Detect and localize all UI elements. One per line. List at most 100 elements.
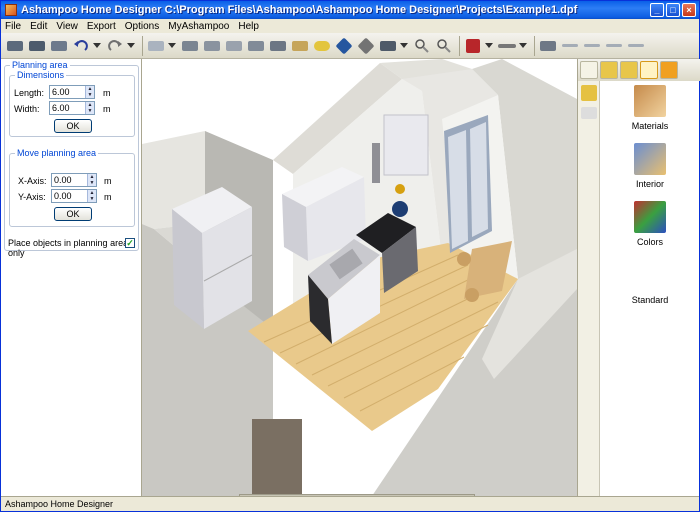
width-unit: m xyxy=(103,104,111,114)
menu-view[interactable]: View xyxy=(56,21,78,32)
interior-icon xyxy=(634,143,666,175)
width-label: Width: xyxy=(14,104,40,114)
dimensions-title: Dimensions xyxy=(15,70,67,80)
move-ok-button[interactable]: OK xyxy=(54,207,92,221)
cube-tab-icon[interactable] xyxy=(600,61,618,79)
catalog-item-label: Standard xyxy=(631,295,669,305)
y-axis-label: Y-Axis: xyxy=(18,192,46,202)
planning-area-panel: Planning area Dimensions Length: 6.00 ▲ ▼… xyxy=(1,59,142,496)
y-axis-unit: m xyxy=(104,192,112,202)
3d-viewport[interactable] xyxy=(142,59,577,496)
x-axis-input[interactable]: 0.00 ▲ ▼ xyxy=(51,173,97,187)
minimize-button[interactable]: _ xyxy=(650,3,664,17)
floor-plan-dropdown-icon[interactable] xyxy=(168,36,176,56)
save-icon[interactable] xyxy=(27,36,47,56)
y-axis-input[interactable]: 0.00 ▲ ▼ xyxy=(51,189,97,203)
cube-view-dropdown-icon[interactable] xyxy=(485,36,493,56)
materials-icon xyxy=(634,85,666,117)
catalog-item-label: Colors xyxy=(636,237,663,247)
measure-icon[interactable] xyxy=(626,36,646,56)
zoom-out-icon[interactable] xyxy=(434,36,454,56)
menu-file[interactable]: File xyxy=(5,21,21,32)
length-input[interactable]: 6.00 ▲ ▼ xyxy=(49,85,95,99)
catalog-tabs xyxy=(578,59,700,81)
catalog-item-standard[interactable]: Standard xyxy=(600,295,700,305)
toolbar-separator xyxy=(459,35,460,56)
measure-icon[interactable] xyxy=(604,36,624,56)
planning-area-title: Planning area xyxy=(10,60,70,70)
door-icon[interactable] xyxy=(268,36,288,56)
dimensions-ok-button[interactable]: OK xyxy=(54,119,92,133)
catalog-item-label: Interior xyxy=(635,179,664,189)
menu-options[interactable]: Options xyxy=(125,21,159,32)
x-axis-value: 0.00 xyxy=(54,175,72,185)
app-window: Ashampoo Home Designer C:\Program Files\… xyxy=(0,0,700,512)
x-axis-label: X-Axis: xyxy=(18,176,47,186)
wall-icon[interactable] xyxy=(180,36,200,56)
move-icon[interactable] xyxy=(334,36,354,56)
measure-icon[interactable] xyxy=(582,36,602,56)
move-planning-area-title: Move planning area xyxy=(15,148,99,158)
length-spinner[interactable]: ▲ ▼ xyxy=(85,86,94,98)
cube-view-icon[interactable] xyxy=(463,36,483,56)
menu-export[interactable]: Export xyxy=(87,21,116,32)
folder-icon[interactable] xyxy=(581,107,597,119)
x-axis-unit: m xyxy=(104,176,112,186)
catalog-item-label: Materials xyxy=(631,121,669,131)
length-unit: m xyxy=(103,88,111,98)
status-bar: Ashampoo Home Designer xyxy=(1,496,699,511)
menu-help[interactable]: Help xyxy=(238,21,259,32)
level-dropdown-icon[interactable] xyxy=(519,36,527,56)
app-icon xyxy=(5,4,17,16)
floor-plan-icon[interactable] xyxy=(146,36,166,56)
maximize-button[interactable]: □ xyxy=(666,3,680,17)
width-value: 6.00 xyxy=(52,103,70,113)
place-only-label: Place objects in planning area only xyxy=(8,238,129,258)
y-axis-spinner[interactable]: ▲ ▼ xyxy=(87,190,96,202)
undo-dropdown-icon[interactable] xyxy=(93,36,101,56)
slab-dropdown-icon[interactable] xyxy=(400,36,408,56)
open-file-icon[interactable] xyxy=(5,36,25,56)
zoom-in-icon[interactable] xyxy=(412,36,432,56)
toolbar-separator xyxy=(534,35,535,56)
globe-tab-icon[interactable] xyxy=(660,61,678,79)
width-spinner[interactable]: ▲ ▼ xyxy=(85,102,94,114)
catalog-home-icon[interactable] xyxy=(581,85,597,101)
catalog-panel: Materials Interior Colors Standard xyxy=(577,59,700,496)
title-bar[interactable]: Ashampoo Home Designer C:\Program Files\… xyxy=(1,1,699,19)
x-axis-spinner[interactable]: ▲ ▼ xyxy=(87,174,96,186)
width-input[interactable]: 6.00 ▲ ▼ xyxy=(49,101,95,115)
folder-tab-icon[interactable] xyxy=(640,61,658,79)
measure-icon[interactable] xyxy=(560,36,580,56)
y-axis-value: 0.00 xyxy=(54,191,72,201)
menu-myashampoo[interactable]: MyAshampoo xyxy=(168,21,229,32)
print-icon[interactable] xyxy=(49,36,69,56)
toolbar-separator xyxy=(142,35,143,56)
roof-icon[interactable] xyxy=(224,36,244,56)
light-icon[interactable] xyxy=(312,36,332,56)
window-title: Ashampoo Home Designer C:\Program Files\… xyxy=(21,4,578,16)
window-icon[interactable] xyxy=(246,36,266,56)
dimension-icon[interactable] xyxy=(538,36,558,56)
length-value: 6.00 xyxy=(52,87,70,97)
slab-icon[interactable] xyxy=(378,36,398,56)
menu-edit[interactable]: Edit xyxy=(30,21,47,32)
catalog-side-bar xyxy=(578,81,600,496)
place-only-checkbox[interactable]: ✓ xyxy=(125,238,135,248)
close-button[interactable]: × xyxy=(682,3,696,17)
toolbar xyxy=(1,33,699,59)
level-icon[interactable] xyxy=(497,36,517,56)
stairs-icon[interactable] xyxy=(290,36,310,56)
redo-dropdown-icon[interactable] xyxy=(127,36,135,56)
redo-icon[interactable] xyxy=(105,36,125,56)
box-tab-icon[interactable] xyxy=(620,61,638,79)
catalog-item-materials[interactable]: Materials xyxy=(600,85,700,131)
catalog-item-interior[interactable]: Interior xyxy=(600,143,700,189)
colors-icon xyxy=(634,201,666,233)
house-tab-icon[interactable] xyxy=(580,61,598,79)
catalog-item-colors[interactable]: Colors xyxy=(600,201,700,247)
kitchen-3d-render xyxy=(142,59,577,496)
undo-icon[interactable] xyxy=(71,36,91,56)
rotate-icon[interactable] xyxy=(356,36,376,56)
room-icon[interactable] xyxy=(202,36,222,56)
